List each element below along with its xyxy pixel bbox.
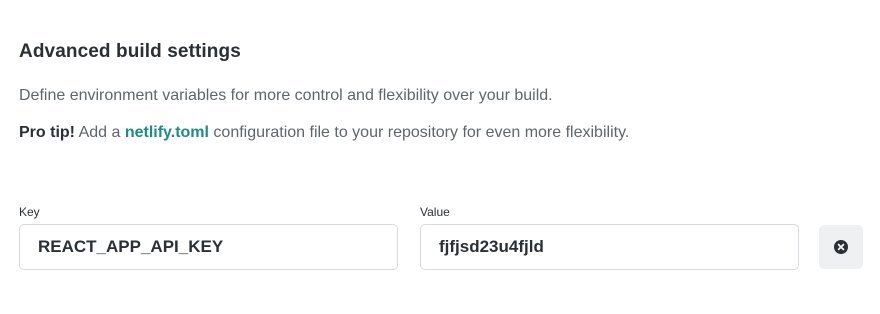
close-circle-icon [834,240,848,254]
pro-tip-text-after: configuration file to your repository fo… [208,124,630,141]
netlify-toml-link[interactable]: netlify.toml [125,124,209,141]
advanced-build-settings-panel: Advanced build settings Define environme… [0,0,880,314]
pro-tip: Pro tip! Add a netlify.toml configuratio… [19,124,629,142]
pro-tip-text-before: Add a [75,124,125,141]
pro-tip-label: Pro tip! [19,124,75,141]
key-label: Key [19,205,40,219]
section-title: Advanced build settings [19,41,241,62]
env-key-input[interactable] [19,224,398,270]
value-label: Value [420,205,450,219]
env-value-input[interactable] [420,224,799,270]
remove-variable-button[interactable] [819,225,863,269]
section-description: Define environment variables for more co… [19,87,553,104]
